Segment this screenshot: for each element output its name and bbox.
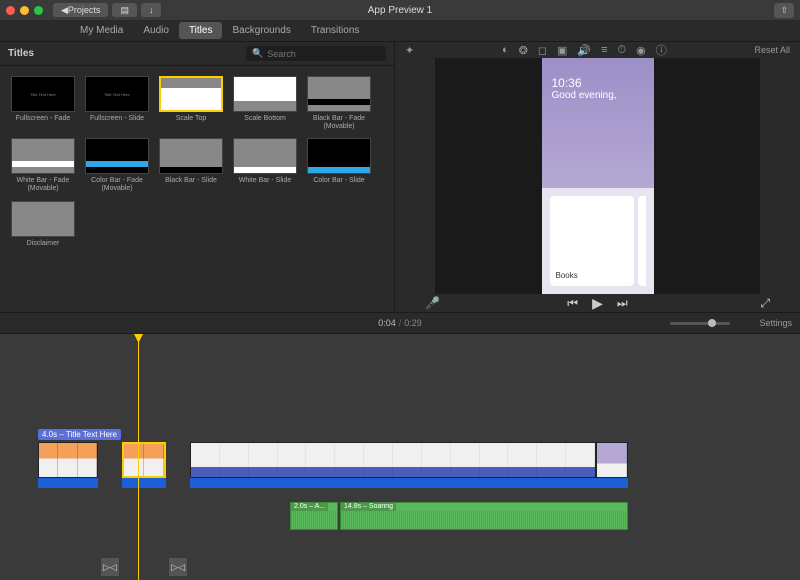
video-clip-selected[interactable] bbox=[122, 442, 166, 478]
reset-all-button[interactable]: Reset All bbox=[754, 45, 790, 55]
total-time: 0:29 bbox=[404, 318, 422, 328]
clip-audio-bar bbox=[38, 478, 98, 488]
search-input[interactable]: 🔍 Search bbox=[246, 46, 386, 61]
info-icon[interactable]: ⓘ bbox=[656, 42, 667, 58]
stabilization-icon[interactable]: ▣ bbox=[557, 44, 567, 57]
zoom-slider[interactable] bbox=[670, 322, 730, 325]
back-to-projects-button[interactable]: ◀ Projects bbox=[53, 3, 108, 17]
time-indicator-bar: 0:04 / 0:29 Settings bbox=[0, 312, 800, 334]
clip-audio-bar bbox=[122, 478, 166, 488]
timeline-settings-button[interactable]: Settings bbox=[759, 318, 792, 328]
fullscreen-window-button[interactable] bbox=[34, 6, 43, 15]
tab-titles[interactable]: Titles bbox=[179, 22, 223, 39]
window-titlebar: ◀ Projects ▤ ↓ App Preview 1 ⇧ bbox=[0, 0, 800, 20]
preview-viewport[interactable]: 10:36 Good evening, Books bbox=[435, 58, 760, 294]
title-item[interactable]: Color Bar - Slide bbox=[306, 138, 372, 192]
color-correction-icon[interactable]: ❂ bbox=[519, 44, 528, 57]
traffic-lights bbox=[6, 6, 43, 15]
title-item[interactable]: Scale Bottom bbox=[232, 76, 298, 130]
tab-backgrounds[interactable]: Backgrounds bbox=[222, 22, 300, 39]
close-window-button[interactable] bbox=[6, 6, 15, 15]
browser-heading: Titles bbox=[8, 48, 34, 59]
preview-card: Books bbox=[550, 196, 634, 286]
title-item[interactable]: Black Bar - Fade (Movable) bbox=[306, 76, 372, 130]
next-button[interactable]: ⏭ bbox=[617, 296, 628, 311]
search-icon: 🔍 bbox=[252, 48, 263, 59]
minimize-window-button[interactable] bbox=[20, 6, 29, 15]
phone-preview: 10:36 Good evening, Books bbox=[542, 58, 654, 294]
playhead[interactable] bbox=[138, 334, 139, 580]
import-button[interactable]: ↓ bbox=[141, 3, 162, 17]
transition-marker[interactable]: ▷◁ bbox=[169, 558, 187, 576]
clip-tooltip: 4.0s – Title Text Here bbox=[38, 429, 121, 440]
audio-clip[interactable]: 2.0s – A... bbox=[290, 502, 338, 530]
preview-panel: ✦ ◐ ❂ ◻ ▣ 🔊 ≡ ⏱ ◉ ⓘ Reset All 10:36 Good… bbox=[395, 42, 800, 312]
volume-icon[interactable]: 🔊 bbox=[577, 44, 591, 57]
title-item[interactable]: Title Text HereFullscreen - Fade bbox=[10, 76, 76, 130]
color-balance-icon[interactable]: ◐ bbox=[502, 44, 509, 56]
tab-transitions[interactable]: Transitions bbox=[301, 22, 370, 39]
speed-icon[interactable]: ⏱ bbox=[618, 44, 627, 57]
library-list-button[interactable]: ▤ bbox=[112, 3, 137, 17]
titles-browser: Titles 🔍 Search Title Text HereFullscree… bbox=[0, 42, 395, 312]
timeline[interactable]: 4.0s – Title Text Here ▷◁ ▷◁ 2.0s – A...… bbox=[0, 334, 800, 580]
title-item[interactable]: Title Text HereFullscreen - Slide bbox=[84, 76, 150, 130]
tab-audio[interactable]: Audio bbox=[133, 22, 179, 39]
clip-audio-bar bbox=[190, 478, 628, 488]
clip-filter-icon[interactable]: ◉ bbox=[636, 44, 646, 57]
video-clip[interactable] bbox=[38, 442, 98, 478]
share-button[interactable]: ⇧ bbox=[774, 3, 794, 18]
prev-button[interactable]: ⏮ bbox=[567, 296, 578, 311]
title-item[interactable]: Disclaimer bbox=[10, 201, 76, 248]
preview-time: 10:36 bbox=[552, 76, 644, 90]
titles-grid: Title Text HereFullscreen - Fade Title T… bbox=[0, 66, 394, 257]
tab-my-media[interactable]: My Media bbox=[70, 22, 133, 39]
window-title: App Preview 1 bbox=[368, 5, 432, 16]
back-label: Projects bbox=[68, 5, 101, 15]
crop-icon[interactable]: ◻ bbox=[538, 44, 547, 57]
title-item[interactable]: White Bar - Slide bbox=[232, 138, 298, 192]
audio-clip[interactable]: 14.8s – Soaring bbox=[340, 502, 628, 530]
title-item[interactable]: Scale Top bbox=[158, 76, 224, 130]
playback-controls: 🎤 ⏮ ▶ ⏭ ⤢ bbox=[395, 294, 800, 312]
voiceover-icon[interactable]: 🎤 bbox=[425, 296, 440, 310]
current-time: 0:04 bbox=[378, 318, 396, 328]
video-clip[interactable] bbox=[596, 442, 628, 478]
title-item[interactable]: Black Bar - Slide bbox=[158, 138, 224, 192]
preview-toolbar: ✦ ◐ ❂ ◻ ▣ 🔊 ≡ ⏱ ◉ ⓘ Reset All bbox=[395, 42, 800, 58]
play-button[interactable]: ▶ bbox=[592, 295, 603, 312]
transition-marker[interactable]: ▷◁ bbox=[101, 558, 119, 576]
video-clip[interactable] bbox=[190, 442, 596, 478]
expand-icon[interactable]: ⤢ bbox=[760, 296, 770, 311]
search-placeholder: Search bbox=[267, 49, 296, 59]
noise-reduction-icon[interactable]: ≡ bbox=[601, 44, 607, 56]
title-item[interactable]: Color Bar - Fade (Movable) bbox=[84, 138, 150, 192]
title-item[interactable]: White Bar - Fade (Movable) bbox=[10, 138, 76, 192]
preview-greeting: Good evening, bbox=[552, 90, 644, 101]
video-track: ▷◁ ▷◁ bbox=[0, 442, 800, 482]
media-tabs: My Media Audio Titles Backgrounds Transi… bbox=[0, 20, 800, 42]
magic-wand-icon[interactable]: ✦ bbox=[405, 44, 414, 57]
